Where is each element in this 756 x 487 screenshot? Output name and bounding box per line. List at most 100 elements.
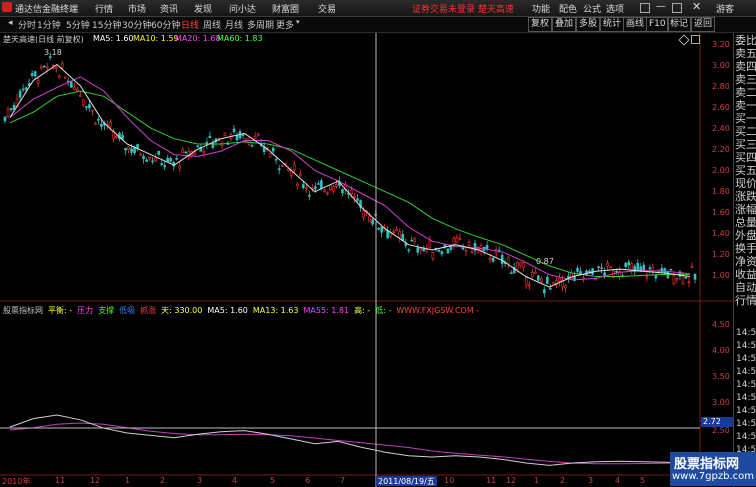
more-dropdown-icon[interactable]: ▾ [296,18,300,26]
overlay-button[interactable]: 叠加 [552,17,577,32]
candle-body [377,228,380,230]
tab-period-5min[interactable]: 5分钟 [66,18,90,31]
candle-body [256,133,260,136]
mark-button[interactable]: 标记 [667,17,692,32]
tab-period-30min[interactable]: 30分钟 [122,18,151,31]
tick-time-label: 14:5 [736,367,756,377]
price-axis-tick: 2.60 [712,103,730,112]
candle-body [564,285,567,289]
price-axis-tick: 3.20 [712,40,730,49]
menu-item-options[interactable]: 选项 [606,2,624,15]
candle-body [672,275,676,284]
quote-field-label: 换手 [735,242,756,255]
candle-body [669,268,673,271]
chart-expand-icon[interactable] [691,35,700,44]
price-axis-tick: 2.20 [712,145,730,154]
minimize-icon[interactable]: — [656,1,666,12]
candle-body [115,136,118,138]
candle-body [398,231,402,238]
f10-button[interactable]: F10 [646,17,669,32]
candle-body [45,66,49,69]
candle-body [292,164,296,171]
guest-label[interactable]: 游客 [716,2,734,15]
tab-period-60min[interactable]: 60分钟 [151,18,180,31]
menu-item-quotes[interactable]: 行情 [95,2,113,15]
tab-period-monthly[interactable]: 月线 [225,18,243,31]
candle-body [431,251,435,260]
candle-body [546,276,549,284]
tab-period-1min[interactable]: 1分钟 [37,18,61,31]
candle-body [241,134,245,136]
tick-time-label: 14:5 [736,393,756,403]
candle-body [85,106,88,108]
candle-body [88,104,91,109]
candle-body [326,192,329,195]
candle-body [350,189,353,195]
menu-item-discover[interactable]: 发现 [194,2,212,15]
x-axis-tick: 1 [125,476,131,485]
menu-item-functions[interactable]: 功能 [532,2,550,15]
tab-period-fenshi[interactable]: 分时 [18,18,36,31]
menu-item-wenxiaoda[interactable]: 问小达 [229,2,256,15]
candle-body [537,275,540,281]
candle-body [500,254,504,264]
candle-body [184,151,188,154]
candle-body [452,238,456,245]
login-notice[interactable]: 证券交易未登录 楚天高速 [412,2,514,15]
candle-body [413,238,417,242]
menu-item-trade[interactable]: 交易 [318,2,336,15]
menu-item-news[interactable]: 资讯 [160,2,178,15]
menu-item-colors[interactable]: 配色 [559,2,577,15]
tab-period-multi[interactable]: 多周期 [247,18,274,31]
menu-item-market[interactable]: 市场 [128,2,146,15]
candle-body [428,240,432,248]
candle-body [63,76,67,79]
candle-body [160,163,163,166]
candle-body [277,168,281,171]
candle-body [208,135,212,139]
window-icon[interactable] [640,3,650,13]
stats-button[interactable]: 统计 [600,17,625,32]
candle-body [392,231,395,233]
ma5-label: MA5: 1.60 [93,34,134,43]
fuquan-button[interactable]: 复权 [528,17,553,32]
multi-stock-button[interactable]: 多股 [576,17,601,32]
draw-line-button[interactable]: 画线 [623,17,648,32]
x-axis-tick: 7 [340,476,346,485]
tab-period-weekly[interactable]: 周线 [203,18,221,31]
tab-period-more[interactable]: 更多 [276,18,294,31]
candle-body [305,187,308,189]
crosshair-value-box: 2.72 [701,417,733,427]
candle-body [33,71,37,77]
tab-period-15min[interactable]: 15分钟 [92,18,121,31]
candle-body [362,210,365,218]
candle-body [521,262,525,268]
candle-body [368,215,371,223]
maximize-icon[interactable] [672,3,682,13]
candle-body [232,128,236,132]
menu-item-formula[interactable]: 公式 [583,2,601,15]
price-axis-tick: 1.60 [712,208,730,217]
candle-body [552,282,555,285]
indicator-legend-item: 抓涨 [140,306,157,315]
quote-field-label: 买四 [735,151,756,164]
candle-body [308,194,311,197]
candle-body [298,173,302,177]
candle-body [3,116,7,122]
indicator-legend-item: 压力 [77,306,94,315]
candle-body [353,196,356,199]
menu-item-wealth[interactable]: 财富圈 [272,2,299,15]
candle-body [600,267,603,269]
candle-body [524,277,528,286]
close-icon[interactable]: ✕ [692,0,701,13]
candle-body [407,249,411,252]
candle-body [675,278,679,281]
tab-period-daily[interactable]: 日线 [181,18,199,31]
quote-field-label: 收益 [735,268,756,281]
return-button[interactable]: 返回 [691,17,716,32]
candle-body [54,66,58,69]
candle-body [79,95,82,97]
kline-chart[interactable] [0,33,733,487]
price-axis-tick: 2.00 [712,166,730,175]
nav-back-icon[interactable]: ◂ [8,18,13,28]
